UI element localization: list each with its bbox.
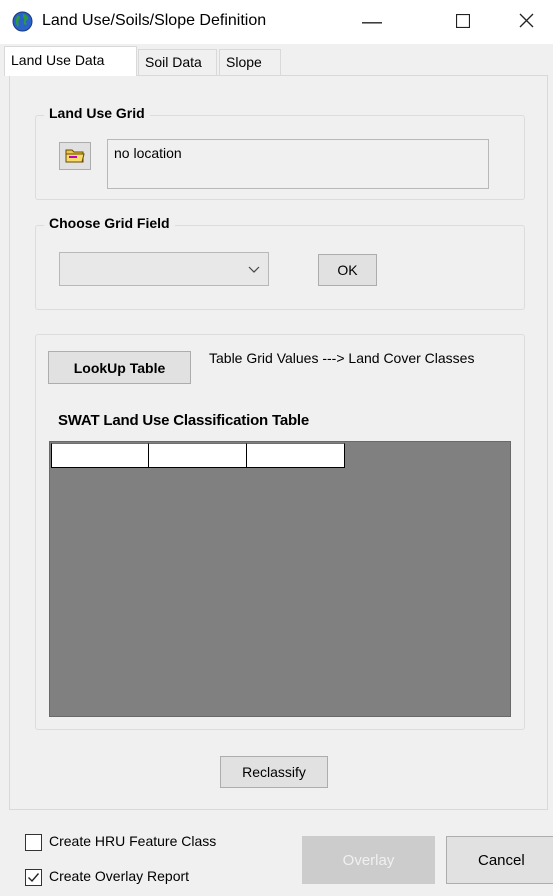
classification-table-grid[interactable] <box>49 441 511 717</box>
globe-icon <box>12 11 33 32</box>
lookup-table-button[interactable]: LookUp Table <box>48 351 191 384</box>
minimize-icon: — <box>362 10 382 33</box>
choose-grid-field-legend: Choose Grid Field <box>44 215 175 231</box>
create-hru-label: Create HRU Feature Class <box>49 833 217 849</box>
table-column-header[interactable] <box>246 443 345 468</box>
create-hru-checkbox[interactable] <box>25 834 42 851</box>
maximize-button[interactable] <box>436 0 490 44</box>
maximize-icon <box>455 11 471 34</box>
close-icon <box>519 11 534 34</box>
land-use-location-field: no location <box>107 139 489 189</box>
close-button[interactable] <box>499 0 553 44</box>
land-use-grid-legend: Land Use Grid <box>44 105 150 121</box>
tab-land-use-data[interactable]: Land Use Data <box>4 46 137 76</box>
overlay-button[interactable]: Overlay <box>302 836 435 884</box>
grid-field-dropdown[interactable] <box>59 252 269 286</box>
create-overlay-report-label: Create Overlay Report <box>49 868 190 884</box>
lookup-description: Table Grid Values ---> Land Cover Classe… <box>209 350 475 366</box>
table-column-header[interactable] <box>148 443 247 468</box>
tab-slope[interactable]: Slope <box>219 49 281 75</box>
minimize-button[interactable]: — <box>345 0 399 44</box>
ok-button[interactable]: OK <box>318 254 377 286</box>
classification-table-title: SWAT Land Use Classification Table <box>58 412 310 429</box>
create-overlay-report-checkbox[interactable] <box>25 869 42 886</box>
table-column-header[interactable] <box>51 443 149 468</box>
reclassify-button[interactable]: Reclassify <box>220 756 328 788</box>
checkmark-icon <box>26 870 41 885</box>
browse-folder-button[interactable] <box>59 142 91 170</box>
window-title: Land Use/Soils/Slope Definition <box>42 12 267 29</box>
cancel-button[interactable]: Cancel <box>446 836 553 884</box>
tab-soil-data[interactable]: Soil Data <box>138 49 217 75</box>
folder-icon <box>65 147 85 166</box>
chevron-down-icon[interactable] <box>245 260 263 278</box>
dialog-window: Land Use/Soils/Slope Definition — Land U… <box>0 0 553 896</box>
